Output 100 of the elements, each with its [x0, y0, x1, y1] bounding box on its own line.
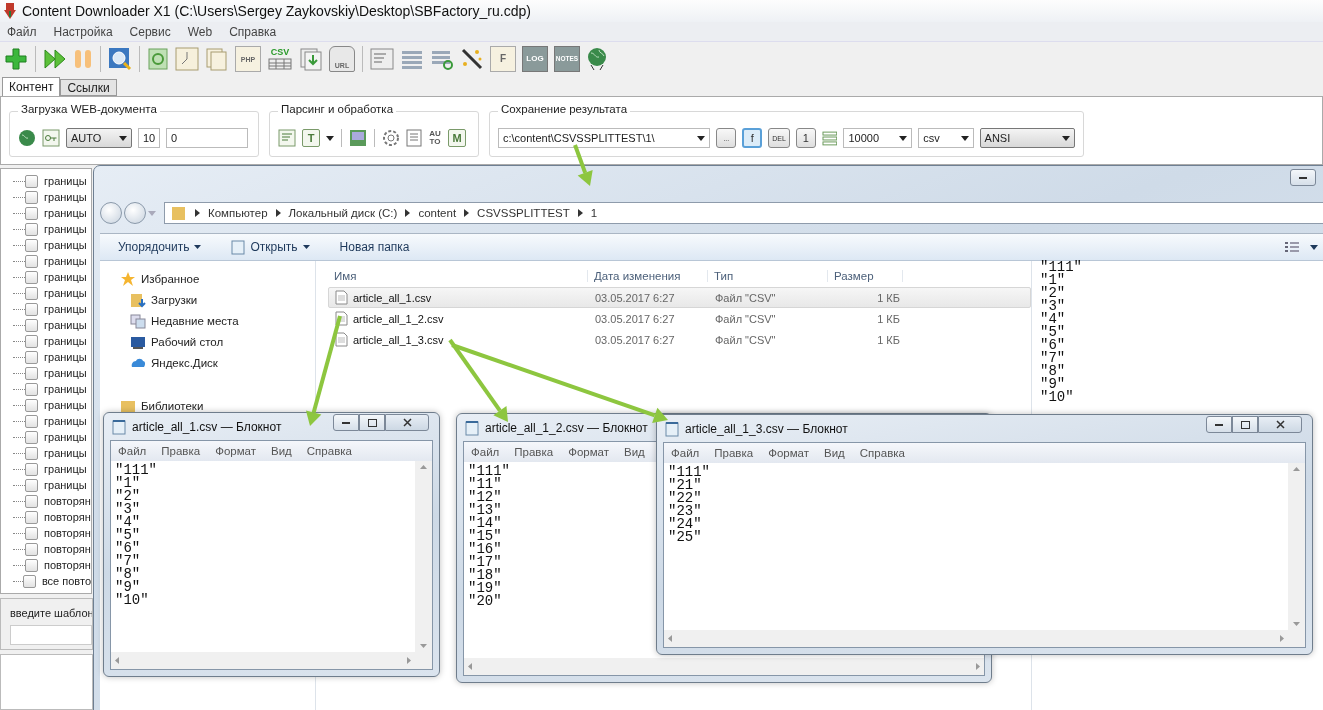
tool-button[interactable]: f — [742, 128, 763, 148]
minimize-button[interactable] — [1206, 416, 1232, 433]
tab[interactable]: Контент — [2, 77, 61, 96]
command-button[interactable]: Новая папка — [339, 240, 410, 254]
column-header[interactable]: Имя — [328, 270, 588, 282]
column-header[interactable]: Дата изменения — [588, 270, 708, 282]
text-icon[interactable]: T — [302, 129, 320, 147]
globe-icon[interactable] — [586, 47, 608, 71]
breadcrumb-item[interactable]: Компьютер — [208, 207, 268, 219]
file-row[interactable]: article_all_1.csv 03.05.2017 6:27 Файл "CSV" 1 КБ — [328, 287, 1031, 308]
tree-item[interactable]: границы — [44, 335, 87, 347]
menu-item[interactable]: Справка — [306, 445, 352, 457]
tree-item[interactable]: границы — [44, 319, 87, 331]
scroll-down-icon[interactable] — [420, 644, 427, 648]
form-icon[interactable] — [370, 47, 394, 71]
breadcrumb-item[interactable]: 1 — [590, 207, 598, 219]
tree-item[interactable]: повторян — [44, 543, 91, 555]
checkbox[interactable] — [25, 254, 38, 268]
back-button[interactable] — [100, 202, 122, 224]
tree-item[interactable]: границы — [44, 255, 87, 267]
checkbox[interactable] — [25, 414, 38, 428]
maximize-button[interactable] — [359, 414, 385, 431]
tree-item[interactable]: границы — [44, 415, 87, 427]
menu-item[interactable]: Файл — [118, 445, 147, 457]
checkbox[interactable] — [25, 238, 38, 252]
column-header[interactable]: Размер — [828, 270, 903, 282]
menu-item[interactable]: Вид — [624, 446, 645, 458]
rows-icon[interactable] — [821, 130, 838, 146]
tree-item[interactable]: границы — [44, 239, 87, 251]
checkbox[interactable] — [25, 302, 38, 316]
format-dropdown[interactable]: csv — [918, 128, 974, 148]
tree-item[interactable]: границы — [44, 383, 87, 395]
vertical-scrollbar[interactable] — [415, 461, 432, 652]
nav-item[interactable]: Библиотеки — [120, 398, 315, 414]
checkbox[interactable] — [22, 574, 36, 588]
checkbox[interactable] — [25, 206, 38, 220]
menu-item[interactable]: Web — [187, 24, 213, 39]
text-area[interactable]: "111" "21" "22" "23" "24" "25" — [664, 463, 1288, 630]
pages-icon[interactable] — [205, 47, 229, 71]
image-icon[interactable] — [349, 129, 367, 147]
minimize-button[interactable] — [1290, 169, 1316, 186]
menu-item[interactable]: Правка — [714, 447, 754, 459]
horizontal-scrollbar[interactable] — [111, 652, 415, 669]
checkbox[interactable] — [25, 190, 38, 204]
menu-item[interactable]: Файл — [671, 447, 700, 459]
menu-item[interactable]: Вид — [824, 447, 845, 459]
menu-item[interactable]: Правка — [161, 445, 201, 457]
menu-item[interactable]: Формат — [215, 445, 256, 457]
file-row[interactable]: article_all_1_3.csv 03.05.2017 6:27 Файл "CSV" 1 КБ — [328, 329, 1031, 350]
checkbox[interactable] — [25, 270, 38, 284]
play-icon[interactable] — [43, 48, 67, 70]
wand-icon[interactable] — [460, 47, 484, 71]
close-button[interactable] — [1258, 416, 1302, 433]
tree-item[interactable]: границы — [44, 175, 87, 187]
checkbox[interactable] — [25, 430, 38, 444]
text-area[interactable]: "111" "11" "12" "13" "14" "15" "16" "17" "18" "19" "20" — [464, 462, 649, 658]
tree-item[interactable]: границы — [44, 223, 87, 235]
refresh-icon[interactable] — [147, 47, 169, 71]
nav-item[interactable]: Рабочий стол — [120, 334, 315, 350]
gear-icon[interactable] — [382, 129, 400, 147]
auto-icon[interactable]: AU TO — [428, 130, 442, 146]
file-row[interactable]: article_all_1_2.csv 03.05.2017 6:27 Файл "CSV" 1 КБ — [328, 308, 1031, 329]
checkbox[interactable] — [25, 366, 38, 380]
scroll-right-icon[interactable] — [407, 657, 411, 664]
command-button[interactable]: Упорядочить — [118, 240, 202, 254]
menu-item[interactable]: Справка — [859, 447, 905, 459]
vertical-scrollbar[interactable] — [1288, 463, 1305, 630]
text-area[interactable]: "111" "1" "2" "3" "4" "5" "6" "7" "8" "9" "10" — [111, 461, 415, 652]
scroll-down-icon[interactable] — [1293, 622, 1300, 626]
checkbox[interactable] — [25, 286, 38, 300]
checkbox[interactable] — [25, 174, 38, 188]
tree-item[interactable]: границы — [44, 271, 87, 283]
scroll-left-icon[interactable] — [468, 663, 472, 670]
caret-icon[interactable] — [1310, 244, 1318, 250]
checkbox[interactable] — [25, 526, 38, 540]
menu-item[interactable]: Вид — [271, 445, 292, 457]
nav-item[interactable]: Яндекс.Диск — [120, 355, 315, 371]
menu-item[interactable]: Сервис — [129, 24, 171, 39]
view-icon[interactable] — [1284, 241, 1300, 253]
checkbox[interactable] — [25, 542, 38, 556]
tree-item[interactable]: все повто — [41, 575, 91, 587]
nav-item[interactable]: Загрузки — [120, 292, 315, 308]
nav-item[interactable]: Избранное — [120, 271, 315, 287]
menu-item[interactable]: Файл — [471, 446, 500, 458]
download-icon[interactable] — [299, 47, 323, 71]
menu-item[interactable]: Формат — [568, 446, 609, 458]
tree-item[interactable]: границы — [44, 479, 87, 491]
tree-item[interactable]: границы — [44, 351, 87, 363]
horizontal-scrollbar[interactable] — [664, 630, 1288, 647]
tree-item[interactable]: границы — [44, 303, 87, 315]
tab[interactable]: Ссылки — [60, 79, 117, 96]
tree-item[interactable]: границы — [44, 447, 87, 459]
scroll-right-icon[interactable] — [1280, 635, 1284, 642]
document-icon[interactable] — [406, 129, 422, 147]
threads-field[interactable]: 10 — [138, 128, 160, 148]
column-header[interactable]: Тип — [708, 270, 828, 282]
tree-item[interactable]: границы — [44, 399, 87, 411]
menu-item[interactable]: Файл — [7, 24, 37, 39]
checkbox[interactable] — [25, 462, 38, 476]
pause-icon[interactable] — [73, 48, 93, 70]
